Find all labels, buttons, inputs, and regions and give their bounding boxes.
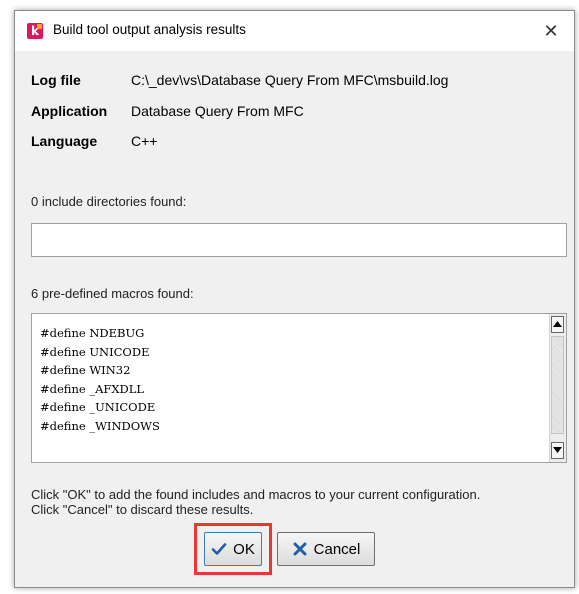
background-window-strip [0,0,14,594]
x-cross-icon [293,542,307,556]
dialog-title: Build tool output analysis results [53,22,246,37]
macros-label: 6 pre-defined macros found: [31,286,194,301]
macros-scrollbar[interactable] [549,314,566,462]
cancel-button[interactable]: Cancel [277,532,375,566]
checkmark-icon [211,543,227,555]
application-label: Application [31,103,108,119]
language-label: Language [31,133,98,149]
log-file-row: Log file C:\_dev\vs\Database Query From M… [31,72,448,88]
ok-button[interactable]: OK [204,532,262,566]
log-file-value: C:\_dev\vs\Database Query From MFC\msbui… [131,72,449,88]
macro-item: #define UNICODE [40,344,150,359]
macro-item: #define NDEBUG [40,326,145,340]
scroll-down-arrow-icon[interactable] [551,442,564,459]
include-directories-label: 0 include directories found: [31,194,187,209]
macro-item: #define WIN32 [40,363,131,378]
macro-item: #define _WINDOWS [40,418,160,433]
instructions-line-cancel: Click "Cancel" to discard these results. [31,502,254,517]
application-row: Application Database Query From MFC [31,103,304,119]
instructions-line-ok: Click "OK" to add the found includes and… [31,487,481,502]
macros-list[interactable]: #define NDEBUG #define UNICODE #define W… [31,313,567,463]
title-bar[interactable]: k Build tool output analysis results ✕ [15,11,574,52]
ok-button-label: OK [233,540,255,558]
include-directories-list[interactable] [31,223,567,257]
language-row: Language C++ [31,133,157,149]
log-file-label: Log file [31,72,81,88]
instructions-text: Click "OK" to add the found includes and… [31,487,480,517]
scroll-thumb[interactable] [551,336,564,434]
macro-item: #define _UNICODE [40,400,156,415]
language-value: C++ [131,133,158,149]
cancel-button-label: Cancel [313,540,361,558]
scroll-up-arrow-icon[interactable] [551,316,564,333]
macro-item: #define _AFXDLL [40,381,145,396]
close-button[interactable]: ✕ [536,17,566,45]
app-icon: k [27,23,43,39]
analysis-results-dialog: k Build tool output analysis results ✕ L… [14,10,575,588]
application-value: Database Query From MFC [131,103,304,119]
